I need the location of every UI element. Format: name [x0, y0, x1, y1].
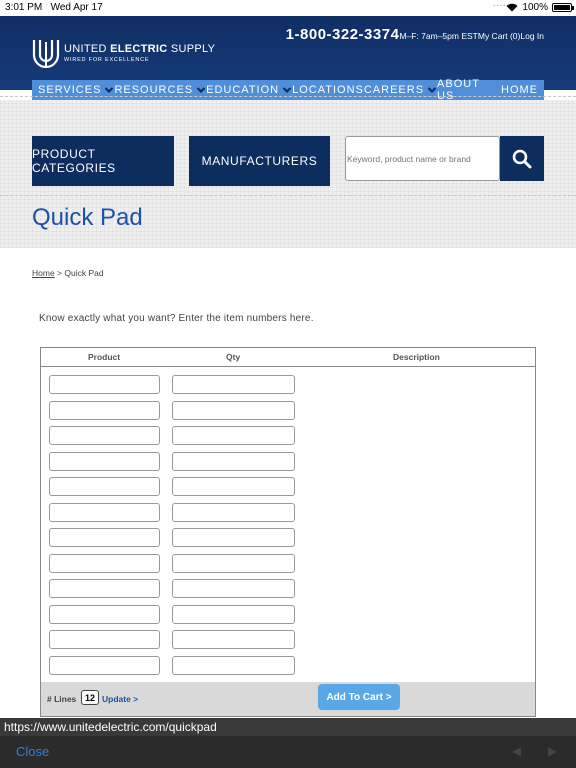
- phone-number[interactable]: 1-800-322-3374: [286, 26, 400, 43]
- table-row: [49, 477, 307, 503]
- qty-input[interactable]: [172, 528, 295, 547]
- brand-tagline: WIRED FOR EXCELLENCE: [64, 57, 150, 63]
- qty-input[interactable]: [172, 579, 295, 598]
- forward-arrow-icon[interactable]: ▶: [548, 744, 557, 758]
- table-footer: # Lines Update > Add To Cart >: [41, 682, 535, 716]
- product-input[interactable]: [49, 426, 160, 445]
- login-link[interactable]: Log In: [520, 31, 544, 41]
- qty-input[interactable]: [172, 451, 295, 471]
- nav-item-resources[interactable]: RESOURCES: [114, 84, 206, 96]
- product-input[interactable]: [49, 400, 160, 420]
- back-arrow-icon[interactable]: ◀: [512, 744, 521, 758]
- signal-dots-icon: ····: [492, 0, 506, 11]
- breadcrumb: Home > Quick Pad: [32, 268, 104, 278]
- qty-input[interactable]: [172, 553, 295, 573]
- status-time: 3:01 PM Wed Apr 17: [5, 2, 103, 13]
- qty-input[interactable]: [172, 477, 295, 496]
- hero-section: PRODUCT CATEGORIES MANUFACTURERS Quick P…: [0, 96, 576, 248]
- product-input[interactable]: [49, 375, 160, 394]
- product-input[interactable]: [49, 451, 160, 471]
- chevron-down-icon: [282, 87, 292, 94]
- qty-input[interactable]: [172, 375, 295, 394]
- table-row: [49, 400, 307, 427]
- chevron-down-icon: [196, 87, 206, 94]
- qty-input[interactable]: [172, 426, 295, 445]
- search-icon: [512, 149, 532, 168]
- column-product: Product: [88, 352, 121, 362]
- product-categories-button[interactable]: PRODUCT CATEGORIES: [32, 136, 174, 186]
- browser-toolbar: Close ◀ ▶: [0, 736, 576, 768]
- product-input[interactable]: [49, 553, 160, 573]
- brand-name: UNITED ELECTRIC SUPPLY: [64, 43, 216, 55]
- product-input[interactable]: [49, 579, 160, 598]
- product-input[interactable]: [49, 502, 160, 522]
- page-title: Quick Pad: [32, 204, 143, 231]
- table-row: [49, 375, 307, 401]
- wifi-icon: [506, 3, 518, 12]
- qty-input[interactable]: [172, 655, 295, 675]
- table-row: [49, 528, 307, 554]
- table-row: [49, 579, 307, 605]
- nav-item-careers[interactable]: CAREERS: [364, 84, 437, 96]
- chevron-down-icon: [427, 87, 437, 94]
- table-row: [49, 604, 307, 631]
- table-row: [49, 655, 307, 682]
- search-button[interactable]: [500, 136, 544, 181]
- manufacturers-button[interactable]: MANUFACTURERS: [189, 136, 330, 186]
- status-bar: 3:01 PM Wed Apr 17 ···· 100%: [0, 0, 576, 16]
- table-row: [49, 426, 307, 452]
- battery-percent: 100%: [522, 2, 548, 13]
- product-input[interactable]: [49, 655, 160, 675]
- url-bar: https://www.unitedelectric.com/quickpad: [0, 718, 576, 736]
- site-logo[interactable]: UNITED ELECTRIC SUPPLY WIRED FOR EXCELLE…: [32, 38, 215, 68]
- chevron-down-icon: [105, 87, 114, 94]
- product-input[interactable]: [49, 528, 160, 547]
- table-row: [49, 553, 307, 580]
- table-row: [49, 630, 307, 656]
- lines-label: # Lines: [47, 694, 77, 704]
- qty-input[interactable]: [172, 604, 295, 624]
- qty-input[interactable]: [172, 502, 295, 522]
- update-link[interactable]: Update >: [102, 694, 138, 704]
- lines-input[interactable]: [81, 690, 99, 705]
- nav-item-education[interactable]: EDUCATION: [206, 84, 292, 96]
- table-row: [49, 451, 307, 478]
- add-to-cart-button[interactable]: Add To Cart >: [318, 684, 400, 710]
- product-input[interactable]: [49, 477, 160, 496]
- product-input[interactable]: [49, 630, 160, 649]
- column-description: Description: [393, 352, 440, 362]
- breadcrumb-home-link[interactable]: Home: [32, 268, 55, 278]
- breadcrumb-current: Quick Pad: [64, 268, 104, 278]
- battery-icon: [552, 3, 574, 12]
- quick-pad-table: Product Qty Description # Lines Update >…: [40, 347, 536, 717]
- nav-item-services[interactable]: SERVICES: [38, 84, 114, 96]
- table-rows: [49, 375, 307, 681]
- table-header: Product Qty Description: [41, 348, 535, 367]
- nav-item-about-us[interactable]: ABOUT US: [437, 78, 501, 102]
- column-qty: Qty: [226, 352, 241, 362]
- logo-u-icon: [32, 40, 60, 68]
- business-hours: M–F: 7am–5pm EST: [399, 31, 478, 41]
- qty-input[interactable]: [172, 400, 295, 420]
- nav-item-home[interactable]: HOME: [501, 84, 538, 96]
- qty-input[interactable]: [172, 630, 295, 649]
- close-button[interactable]: Close: [16, 744, 49, 759]
- table-row: [49, 502, 307, 529]
- intro-text: Know exactly what you want? Enter the it…: [39, 313, 314, 324]
- search-input[interactable]: [345, 136, 500, 181]
- my-cart-link[interactable]: My Cart (0): [478, 31, 521, 41]
- nav-item-locations[interactable]: LOCATIONS: [292, 84, 364, 96]
- main-nav: SERVICES RESOURCES EDUCATION LOCATIONS CAREE…: [32, 78, 544, 102]
- product-input[interactable]: [49, 604, 160, 624]
